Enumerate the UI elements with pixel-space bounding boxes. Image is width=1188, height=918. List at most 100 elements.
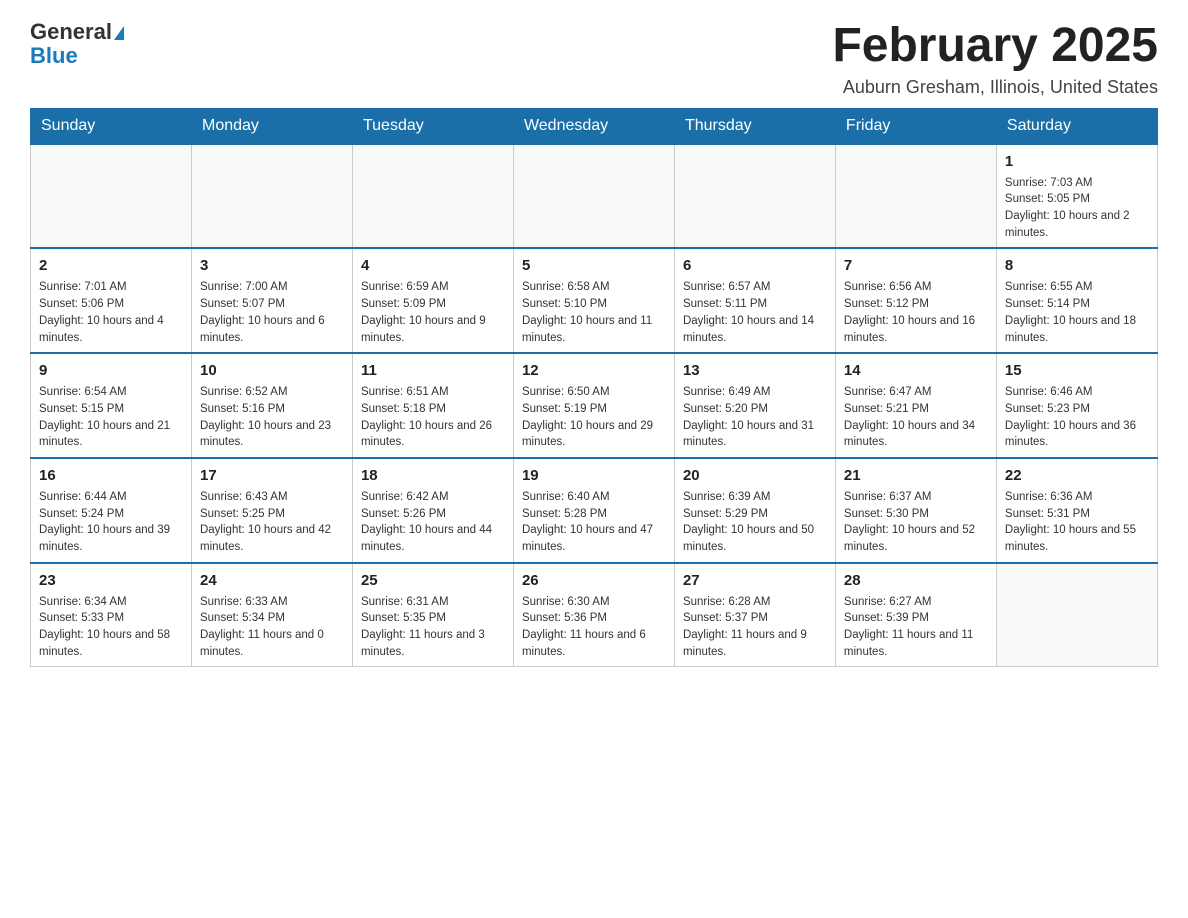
table-row: 5 Sunrise: 6:58 AMSunset: 5:10 PMDaylight… bbox=[513, 248, 674, 353]
table-row: 13 Sunrise: 6:49 AMSunset: 5:20 PMDayligh… bbox=[674, 353, 835, 458]
day-info: Sunrise: 6:34 AMSunset: 5:33 PMDaylight:… bbox=[39, 594, 183, 661]
day-number: 7 bbox=[844, 255, 988, 276]
day-info: Sunrise: 6:40 AMSunset: 5:28 PMDaylight:… bbox=[522, 489, 666, 556]
day-number: 1 bbox=[1005, 151, 1149, 172]
calendar-week-row: 2 Sunrise: 7:01 AMSunset: 5:06 PMDaylight… bbox=[31, 248, 1158, 353]
day-number: 5 bbox=[522, 255, 666, 276]
day-info: Sunrise: 6:57 AMSunset: 5:11 PMDaylight:… bbox=[683, 279, 827, 346]
table-row: 9 Sunrise: 6:54 AMSunset: 5:15 PMDaylight… bbox=[31, 353, 192, 458]
day-number: 19 bbox=[522, 465, 666, 486]
day-number: 2 bbox=[39, 255, 183, 276]
day-number: 3 bbox=[200, 255, 344, 276]
day-info: Sunrise: 6:30 AMSunset: 5:36 PMDaylight:… bbox=[522, 594, 666, 661]
table-row: 27 Sunrise: 6:28 AMSunset: 5:37 PMDayligh… bbox=[674, 563, 835, 667]
day-number: 6 bbox=[683, 255, 827, 276]
table-row bbox=[513, 144, 674, 249]
day-info: Sunrise: 6:49 AMSunset: 5:20 PMDaylight:… bbox=[683, 384, 827, 451]
table-row: 10 Sunrise: 6:52 AMSunset: 5:16 PMDayligh… bbox=[191, 353, 352, 458]
table-row: 18Sunrise: 6:42 AMSunset: 5:26 PMDayligh… bbox=[352, 458, 513, 563]
table-row: 23 Sunrise: 6:34 AMSunset: 5:33 PMDayligh… bbox=[31, 563, 192, 667]
table-row: 14 Sunrise: 6:47 AMSunset: 5:21 PMDayligh… bbox=[835, 353, 996, 458]
day-info: Sunrise: 6:27 AMSunset: 5:39 PMDaylight:… bbox=[844, 594, 988, 661]
day-number: 26 bbox=[522, 570, 666, 591]
logo-blue-text: Blue bbox=[30, 44, 124, 68]
table-row: 8Sunrise: 6:55 AMSunset: 5:14 PMDaylight… bbox=[996, 248, 1157, 353]
day-info: Sunrise: 6:39 AMSunset: 5:29 PMDaylight:… bbox=[683, 489, 827, 556]
calendar-subtitle: Auburn Gresham, Illinois, United States bbox=[832, 77, 1158, 98]
table-row: 25 Sunrise: 6:31 AMSunset: 5:35 PMDayligh… bbox=[352, 563, 513, 667]
table-row: 21 Sunrise: 6:37 AMSunset: 5:30 PMDayligh… bbox=[835, 458, 996, 563]
table-row: 6 Sunrise: 6:57 AMSunset: 5:11 PMDaylight… bbox=[674, 248, 835, 353]
table-row: 12 Sunrise: 6:50 AMSunset: 5:19 PMDayligh… bbox=[513, 353, 674, 458]
day-number: 14 bbox=[844, 360, 988, 381]
day-info: Sunrise: 6:55 AMSunset: 5:14 PMDaylight:… bbox=[1005, 279, 1149, 346]
title-area: February 2025 Auburn Gresham, Illinois, … bbox=[832, 20, 1158, 98]
table-row bbox=[835, 144, 996, 249]
table-row: 22 Sunrise: 6:36 AMSunset: 5:31 PMDayligh… bbox=[996, 458, 1157, 563]
logo-triangle-icon bbox=[114, 26, 124, 40]
day-number: 11 bbox=[361, 360, 505, 381]
table-row: 11 Sunrise: 6:51 AMSunset: 5:18 PMDayligh… bbox=[352, 353, 513, 458]
day-info: Sunrise: 6:56 AMSunset: 5:12 PMDaylight:… bbox=[844, 279, 988, 346]
header-sunday: Sunday bbox=[31, 108, 192, 144]
day-number: 4 bbox=[361, 255, 505, 276]
calendar-week-row: 1 Sunrise: 7:03 AMSunset: 5:05 PMDaylight… bbox=[31, 144, 1158, 249]
logo-general-text: General bbox=[30, 19, 112, 44]
logo: General Blue bbox=[30, 20, 124, 68]
table-row: 4 Sunrise: 6:59 AMSunset: 5:09 PMDaylight… bbox=[352, 248, 513, 353]
day-number: 20 bbox=[683, 465, 827, 486]
day-info: Sunrise: 6:52 AMSunset: 5:16 PMDaylight:… bbox=[200, 384, 344, 451]
header-friday: Friday bbox=[835, 108, 996, 144]
day-info: Sunrise: 7:01 AMSunset: 5:06 PMDaylight:… bbox=[39, 279, 183, 346]
day-number: 25 bbox=[361, 570, 505, 591]
day-info: Sunrise: 6:58 AMSunset: 5:10 PMDaylight:… bbox=[522, 279, 666, 346]
day-info: Sunrise: 6:50 AMSunset: 5:19 PMDaylight:… bbox=[522, 384, 666, 451]
day-info: Sunrise: 6:47 AMSunset: 5:21 PMDaylight:… bbox=[844, 384, 988, 451]
header-saturday: Saturday bbox=[996, 108, 1157, 144]
day-number: 21 bbox=[844, 465, 988, 486]
calendar-week-row: 16Sunrise: 6:44 AMSunset: 5:24 PMDayligh… bbox=[31, 458, 1158, 563]
day-info: Sunrise: 6:51 AMSunset: 5:18 PMDaylight:… bbox=[361, 384, 505, 451]
day-info: Sunrise: 6:54 AMSunset: 5:15 PMDaylight:… bbox=[39, 384, 183, 451]
table-row: 26 Sunrise: 6:30 AMSunset: 5:36 PMDayligh… bbox=[513, 563, 674, 667]
table-row bbox=[31, 144, 192, 249]
day-info: Sunrise: 6:28 AMSunset: 5:37 PMDaylight:… bbox=[683, 594, 827, 661]
table-row: 19 Sunrise: 6:40 AMSunset: 5:28 PMDayligh… bbox=[513, 458, 674, 563]
day-info: Sunrise: 6:33 AMSunset: 5:34 PMDaylight:… bbox=[200, 594, 344, 661]
day-info: Sunrise: 6:46 AMSunset: 5:23 PMDaylight:… bbox=[1005, 384, 1149, 451]
table-row: 7 Sunrise: 6:56 AMSunset: 5:12 PMDaylight… bbox=[835, 248, 996, 353]
day-number: 24 bbox=[200, 570, 344, 591]
day-info: Sunrise: 6:36 AMSunset: 5:31 PMDaylight:… bbox=[1005, 489, 1149, 556]
day-number: 22 bbox=[1005, 465, 1149, 486]
weekday-header-row: Sunday Monday Tuesday Wednesday Thursday… bbox=[31, 108, 1158, 144]
day-number: 9 bbox=[39, 360, 183, 381]
calendar-week-row: 9 Sunrise: 6:54 AMSunset: 5:15 PMDaylight… bbox=[31, 353, 1158, 458]
day-info: Sunrise: 7:03 AMSunset: 5:05 PMDaylight:… bbox=[1005, 175, 1149, 242]
day-number: 13 bbox=[683, 360, 827, 381]
day-number: 16 bbox=[39, 465, 183, 486]
table-row bbox=[996, 563, 1157, 667]
calendar-title: February 2025 bbox=[832, 20, 1158, 73]
table-row: 16Sunrise: 6:44 AMSunset: 5:24 PMDayligh… bbox=[31, 458, 192, 563]
table-row: 15Sunrise: 6:46 AMSunset: 5:23 PMDayligh… bbox=[996, 353, 1157, 458]
day-info: Sunrise: 7:00 AMSunset: 5:07 PMDaylight:… bbox=[200, 279, 344, 346]
day-info: Sunrise: 6:42 AMSunset: 5:26 PMDaylight:… bbox=[361, 489, 505, 556]
day-info: Sunrise: 6:59 AMSunset: 5:09 PMDaylight:… bbox=[361, 279, 505, 346]
header-tuesday: Tuesday bbox=[352, 108, 513, 144]
table-row: 24 Sunrise: 6:33 AMSunset: 5:34 PMDayligh… bbox=[191, 563, 352, 667]
day-number: 27 bbox=[683, 570, 827, 591]
table-row: 17Sunrise: 6:43 AMSunset: 5:25 PMDayligh… bbox=[191, 458, 352, 563]
header-thursday: Thursday bbox=[674, 108, 835, 144]
day-number: 17 bbox=[200, 465, 344, 486]
page-header: General Blue February 2025 Auburn Gresha… bbox=[30, 20, 1158, 98]
calendar-table: Sunday Monday Tuesday Wednesday Thursday… bbox=[30, 108, 1158, 667]
day-number: 12 bbox=[522, 360, 666, 381]
day-info: Sunrise: 6:37 AMSunset: 5:30 PMDaylight:… bbox=[844, 489, 988, 556]
day-number: 10 bbox=[200, 360, 344, 381]
table-row: 28 Sunrise: 6:27 AMSunset: 5:39 PMDayligh… bbox=[835, 563, 996, 667]
table-row bbox=[674, 144, 835, 249]
day-number: 23 bbox=[39, 570, 183, 591]
table-row bbox=[191, 144, 352, 249]
day-number: 28 bbox=[844, 570, 988, 591]
day-info: Sunrise: 6:31 AMSunset: 5:35 PMDaylight:… bbox=[361, 594, 505, 661]
